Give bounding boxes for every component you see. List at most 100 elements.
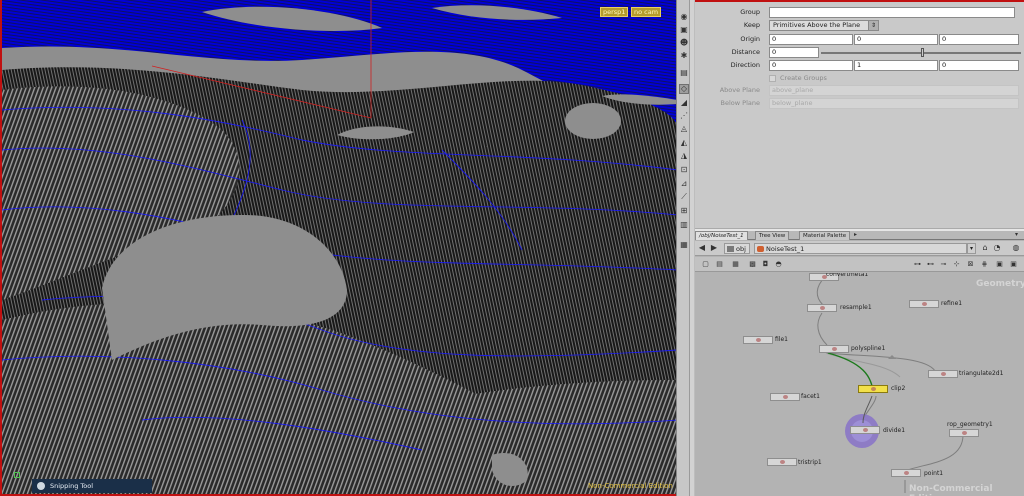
node-divide1[interactable] bbox=[850, 426, 880, 434]
network-tab-icon[interactable]: ▦ bbox=[679, 240, 689, 250]
background-icon[interactable]: ▥ bbox=[679, 220, 689, 230]
tab-material-palette[interactable]: Material Palette bbox=[799, 231, 851, 240]
network-toolbar: ▢ ▤ ▦ ▩ ◘ ◓ ⊶ ⊷ ⊸ ⊹ ⊠ ⋕ ▣ ▣ bbox=[695, 257, 1024, 272]
network-canvas[interactable]: Geometry Non-Commercial Edition convertm… bbox=[695, 273, 1024, 496]
pane-tabs: /obj/NoiseTest_1 Tree View Material Pale… bbox=[695, 231, 1024, 240]
flags-icon[interactable]: ⊸ bbox=[939, 260, 948, 269]
above-plane-label: Above Plane bbox=[719, 86, 760, 94]
path-segment-current[interactable]: NoiseTest_1 bbox=[754, 243, 967, 254]
keep-dropdown[interactable]: Primitives Above the Plane ⇕ bbox=[769, 20, 879, 31]
node-dot-icon bbox=[780, 460, 785, 464]
node-dot-icon bbox=[783, 395, 788, 399]
node-facet1[interactable] bbox=[770, 393, 800, 401]
distance-field[interactable]: 0 bbox=[769, 47, 819, 58]
grid-icon[interactable]: ⊡ bbox=[679, 165, 689, 175]
grid-toggle-icon[interactable]: ⋕ bbox=[980, 260, 989, 269]
origin-x-field[interactable]: 0 bbox=[769, 34, 853, 45]
measure-icon[interactable]: ⟋ bbox=[679, 192, 689, 202]
origin-y-field[interactable]: 0 bbox=[854, 34, 938, 45]
normal-icon[interactable]: ◭ bbox=[679, 138, 689, 148]
layout-icon[interactable]: ⊶ bbox=[913, 260, 922, 269]
node-dot-icon bbox=[832, 347, 837, 351]
direction-x-field[interactable]: 0 bbox=[769, 60, 853, 71]
node-label: resample1 bbox=[840, 304, 872, 311]
3d-viewport[interactable]: persp1 no cam Snipping Tool Non-Commerci… bbox=[0, 0, 676, 496]
new-node-icon[interactable]: ▤ bbox=[715, 260, 724, 269]
align-icon[interactable]: ⊷ bbox=[926, 260, 935, 269]
ruler-icon[interactable]: ⊿ bbox=[679, 179, 689, 189]
create-groups-label: Create Groups bbox=[780, 74, 827, 82]
param-above-plane-row: Above Plane above_plane bbox=[695, 85, 1024, 97]
distance-slider[interactable] bbox=[821, 48, 1021, 57]
tab-network[interactable]: /obj/NoiseTest_1 bbox=[695, 231, 748, 240]
sticky-note-icon[interactable]: ▦ bbox=[731, 260, 740, 269]
help-icon[interactable]: ◍ bbox=[1011, 243, 1021, 253]
group-label: Group bbox=[740, 8, 760, 16]
network-watermark: Non-Commercial Edition bbox=[909, 484, 993, 496]
network-pane: /obj/NoiseTest_1 Tree View Material Pale… bbox=[695, 231, 1024, 496]
tab-tree-view[interactable]: Tree View bbox=[755, 231, 790, 240]
node-dot-icon bbox=[863, 428, 868, 432]
guide-icon[interactable]: ◮ bbox=[679, 151, 689, 161]
shading-icon[interactable]: ◢ bbox=[679, 98, 689, 108]
wire-icon[interactable]: ⊠ bbox=[966, 260, 975, 269]
back-arrow-icon[interactable]: ◀ bbox=[697, 243, 707, 253]
viewport-watermark: Non-Commercial Edition bbox=[588, 482, 673, 490]
list-mode-icon[interactable]: ▢ bbox=[701, 260, 710, 269]
taskbar-snipping-tool[interactable]: Snipping Tool bbox=[32, 479, 152, 493]
node-point1[interactable] bbox=[891, 469, 921, 477]
light-icon[interactable]: ✱ bbox=[679, 51, 689, 61]
node-resample1[interactable] bbox=[807, 304, 837, 312]
node-clip2[interactable] bbox=[858, 385, 888, 393]
group-field[interactable] bbox=[769, 7, 1015, 18]
pane-menu-icon[interactable]: ▾ bbox=[1013, 232, 1020, 239]
network-box-icon[interactable]: ◓ bbox=[774, 260, 783, 269]
display-options-icon[interactable]: ⊞ bbox=[679, 206, 689, 216]
node-triangulate2d1[interactable] bbox=[928, 370, 958, 378]
direction-z-field[interactable]: 0 bbox=[939, 60, 1019, 71]
create-groups-checkbox[interactable] bbox=[769, 75, 776, 82]
point-display-icon[interactable]: ⋰ bbox=[679, 111, 689, 121]
bookmark-icon[interactable]: ◘ bbox=[761, 260, 770, 269]
camera-icon[interactable]: ▤ bbox=[679, 68, 689, 78]
head-icon[interactable]: ☻ bbox=[679, 38, 689, 48]
home-icon[interactable]: ◉ bbox=[679, 12, 689, 22]
forward-arrow-icon[interactable]: ▶ bbox=[709, 243, 719, 253]
node-rop-geometry1[interactable] bbox=[949, 429, 979, 437]
below-plane-field[interactable]: below_plane bbox=[769, 98, 1019, 109]
path-segment-obj[interactable]: obj bbox=[724, 243, 750, 254]
zoom-in-icon[interactable]: ▣ bbox=[1009, 260, 1018, 269]
link-icon[interactable]: ◔ bbox=[992, 243, 1002, 253]
distance-label: Distance bbox=[731, 48, 760, 56]
node-dot-icon bbox=[756, 338, 761, 342]
no-cam-menu[interactable]: no cam bbox=[631, 7, 662, 17]
node-file1[interactable] bbox=[743, 336, 773, 344]
param-keep-row: Keep Primitives Above the Plane ⇕ bbox=[695, 20, 1024, 32]
param-group-row: Group bbox=[695, 7, 1024, 19]
path-obj-label: obj bbox=[736, 245, 746, 253]
wireframe-icon[interactable]: ◇ bbox=[679, 84, 689, 94]
node-tristrip1[interactable] bbox=[767, 458, 797, 466]
node-label: divide1 bbox=[883, 427, 906, 434]
lock-icon[interactable]: ▣ bbox=[679, 25, 689, 35]
origin-z-field[interactable]: 0 bbox=[939, 34, 1019, 45]
direction-label: Direction bbox=[730, 61, 760, 69]
chevron-down-icon: ⇕ bbox=[868, 21, 878, 30]
above-plane-field[interactable]: above_plane bbox=[769, 85, 1019, 96]
node-polyspline1[interactable] bbox=[819, 345, 849, 353]
camera-menu[interactable]: persp1 bbox=[600, 7, 629, 17]
node-refine1[interactable] bbox=[909, 300, 939, 308]
parameter-pane: Group Keep Primitives Above the Plane ⇕ … bbox=[695, 0, 1024, 228]
node-label: refine1 bbox=[941, 300, 963, 307]
add-tab-icon[interactable]: ▸ bbox=[852, 232, 859, 239]
direction-y-field[interactable]: 1 bbox=[854, 60, 938, 71]
zoom-out-icon[interactable]: ▣ bbox=[995, 260, 1004, 269]
path-bar: ◀ ▶ obj NoiseTest_1 ▾ ⌂ ◔ ◍ bbox=[695, 241, 1024, 256]
snap-icon[interactable]: ◬ bbox=[679, 124, 689, 134]
slider-handle[interactable] bbox=[921, 48, 924, 57]
dependency-icon[interactable]: ⊹ bbox=[952, 260, 961, 269]
path-dropdown[interactable]: ▾ bbox=[967, 243, 976, 254]
pin-icon[interactable]: ⌂ bbox=[980, 243, 990, 253]
palette-icon[interactable]: ▩ bbox=[748, 260, 757, 269]
origin-label: Origin bbox=[740, 35, 760, 43]
